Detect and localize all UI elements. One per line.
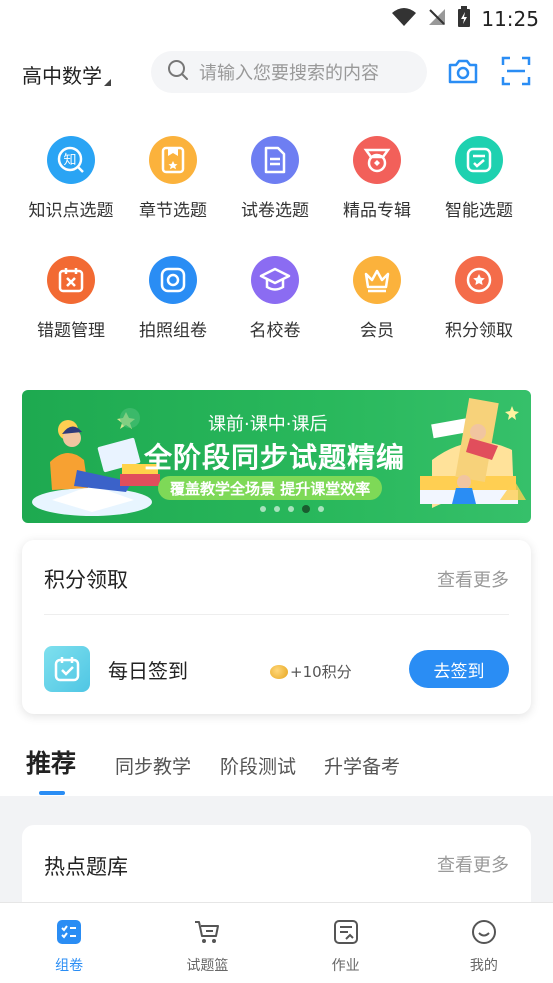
feature-label: 积分领取 [445, 321, 513, 341]
feature-points[interactable]: 积分领取 [428, 256, 530, 341]
camera-button[interactable] [446, 56, 480, 90]
scan-button[interactable] [499, 56, 533, 90]
carousel-dot-active[interactable] [302, 505, 310, 513]
carousel-dot[interactable] [260, 506, 266, 512]
search-placeholder: 请输入您要搜索的内容 [199, 63, 379, 84]
no-signal-icon [427, 7, 447, 31]
graduation-cap-icon [251, 256, 299, 304]
search-bar[interactable]: 请输入您要搜索的内容 [151, 51, 427, 93]
compose-icon [56, 919, 82, 949]
checkin-icon [44, 646, 90, 692]
feature-label: 名校卷 [249, 321, 301, 341]
battery-icon [457, 6, 471, 32]
header: 高中数学 请输入您要搜索的内容 [0, 48, 553, 98]
nav-cart[interactable]: 试题篮 [138, 903, 276, 983]
feature-wrong-questions[interactable]: 错题管理 [20, 256, 122, 341]
feature-knowledge[interactable]: 知 知识点选题 [20, 136, 122, 221]
feature-famous-school[interactable]: 名校卷 [224, 256, 326, 341]
status-time: 11:25 [481, 7, 539, 31]
tab-indicator [39, 791, 65, 795]
feature-member[interactable]: 会员 [326, 256, 428, 341]
carousel-dot[interactable] [288, 506, 294, 512]
feature-row-1: 知 知识点选题 章节选题 试卷选题 精品专辑 智能选题 [0, 136, 553, 221]
nav-profile[interactable]: 我的 [415, 903, 553, 983]
banner-line-1: 课前·课中·课后 [208, 414, 328, 435]
feature-album[interactable]: 精品专辑 [326, 136, 428, 221]
feature-label: 会员 [360, 321, 394, 341]
feature-label: 拍照组卷 [139, 321, 207, 341]
medal-icon [353, 136, 401, 184]
profile-icon [471, 919, 497, 949]
feature-label: 试卷选题 [241, 201, 309, 221]
scan-icon [501, 56, 531, 90]
feature-label: 知识点选题 [28, 201, 114, 221]
feature-paper[interactable]: 试卷选题 [224, 136, 326, 221]
divider [44, 614, 509, 615]
feature-chapter[interactable]: 章节选题 [122, 136, 224, 221]
reward-text: +10积分 [290, 663, 352, 681]
points-card: 积分领取 查看更多 每日签到 +10积分 去签到 [22, 540, 531, 714]
search-icon [167, 59, 189, 85]
nav-label: 作业 [331, 958, 360, 974]
knowledge-icon: 知 [47, 136, 95, 184]
feature-smart[interactable]: 智能选题 [428, 136, 530, 221]
content-tabs: 推荐 同步教学 阶段测试 升学备考 [0, 742, 553, 796]
paper-icon [251, 136, 299, 184]
feature-photo[interactable]: 拍照组卷 [122, 256, 224, 341]
points-card-more-link[interactable]: 查看更多 [437, 566, 509, 592]
nav-label: 我的 [469, 958, 498, 974]
carousel-dot[interactable] [318, 506, 324, 512]
nav-compose[interactable]: 组卷 [0, 903, 138, 983]
points-icon [455, 256, 503, 304]
checkin-button[interactable]: 去签到 [409, 650, 509, 688]
subject-selector[interactable]: 高中数学 [22, 60, 111, 89]
promo-banner[interactable]: 课前·课中·课后 全阶段同步试题精编 覆盖教学全场景 提升课堂效率 [22, 390, 531, 523]
feature-row-2: 错题管理 拍照组卷 名校卷 会员 积分领取 [0, 256, 553, 341]
hot-card-more-link[interactable]: 查看更多 [437, 851, 509, 877]
coin-icon [270, 664, 288, 679]
photo-icon [149, 256, 197, 304]
banner-line-3: 覆盖教学全场景 提升课堂效率 [170, 479, 371, 498]
nav-label: 试题篮 [186, 958, 229, 974]
checkin-label: 每日签到 [108, 659, 188, 683]
status-bar: 11:25 [0, 0, 553, 38]
carousel-dot[interactable] [274, 506, 280, 512]
chapter-icon [149, 136, 197, 184]
points-card-title: 积分领取 [44, 568, 128, 592]
tab-recommend[interactable]: 推荐 [26, 744, 76, 780]
nav-homework[interactable]: 作业 [277, 903, 415, 983]
feature-label: 智能选题 [445, 201, 513, 221]
banner-pill: 覆盖教学全场景 提升课堂效率 [158, 476, 383, 500]
tab-stage-test[interactable]: 阶段测试 [220, 752, 296, 779]
tab-exam-prep[interactable]: 升学备考 [324, 752, 400, 779]
bottom-nav: 组卷 试题篮 作业 我的 [0, 902, 553, 983]
subject-label: 高中数学 [22, 64, 102, 88]
cart-icon [193, 919, 221, 949]
wrong-question-icon [47, 256, 95, 304]
feature-label: 错题管理 [37, 321, 105, 341]
feature-label: 精品专辑 [343, 201, 411, 221]
reward-badge: +10积分 [270, 661, 352, 682]
feature-label: 章节选题 [139, 201, 207, 221]
camera-icon [447, 57, 479, 89]
svg-text:知: 知 [63, 152, 76, 168]
banner-line-2: 全阶段同步试题精编 [144, 441, 406, 474]
homework-icon [333, 919, 359, 949]
crown-icon [353, 256, 401, 304]
hot-card-title: 热点题库 [44, 855, 128, 879]
nav-label: 组卷 [55, 958, 84, 974]
smart-icon [455, 136, 503, 184]
tab-sync-teaching[interactable]: 同步教学 [115, 752, 191, 779]
caret-icon [104, 79, 111, 86]
wifi-icon [391, 7, 417, 31]
carousel-dots [260, 505, 324, 513]
